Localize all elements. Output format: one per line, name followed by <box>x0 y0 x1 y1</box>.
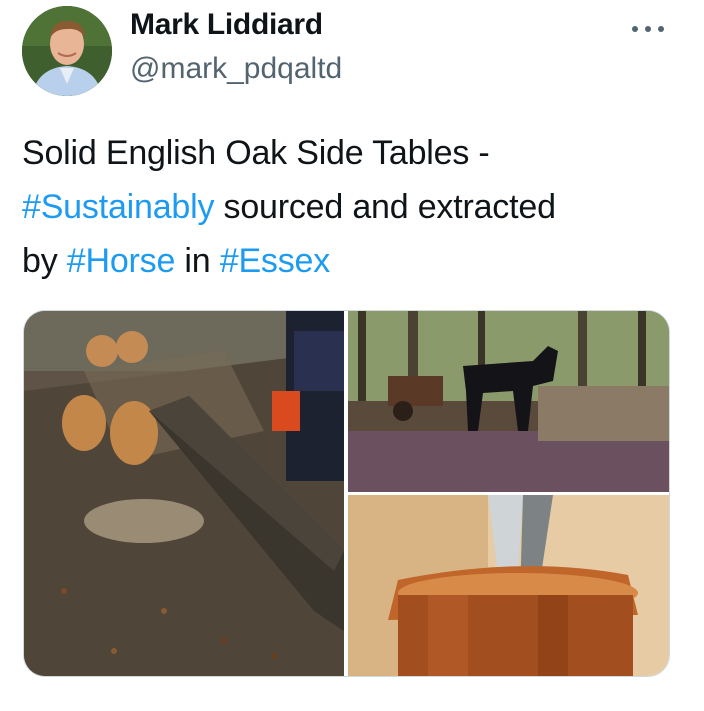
media-image-oak-table[interactable] <box>348 495 669 676</box>
hashtag-link[interactable]: #Horse <box>67 242 176 280</box>
hashtag-link[interactable]: #Essex <box>220 242 330 280</box>
more-options-button[interactable] <box>626 14 670 42</box>
media-image-horse-logging[interactable] <box>348 311 669 492</box>
author-name[interactable]: Mark Liddiard <box>130 8 323 42</box>
more-horizontal-icon-dot <box>658 26 664 32</box>
media-image-log-cutting[interactable] <box>24 311 344 676</box>
avatar[interactable] <box>22 6 112 96</box>
tweet-text-fragment: in <box>175 242 220 280</box>
tweet-text-line: Solid English Oak Side Tables - <box>22 134 490 172</box>
more-horizontal-icon-dot <box>645 26 651 32</box>
author-handle[interactable]: @mark_pdqaltd <box>130 52 342 86</box>
hashtag-link[interactable]: #Sustainably <box>22 188 214 226</box>
horse-logging-photo <box>348 311 669 492</box>
more-horizontal-icon <box>632 26 638 32</box>
log-cutting-photo <box>24 311 344 676</box>
avatar-photo <box>22 6 112 96</box>
oak-table-photo <box>348 495 669 676</box>
tweet-text: Solid English Oak Side Tables - #Sustain… <box>22 126 682 288</box>
media-grid <box>23 310 670 677</box>
tweet-text-fragment: sourced and extracted <box>214 188 556 226</box>
tweet-text-fragment: by <box>22 242 67 280</box>
